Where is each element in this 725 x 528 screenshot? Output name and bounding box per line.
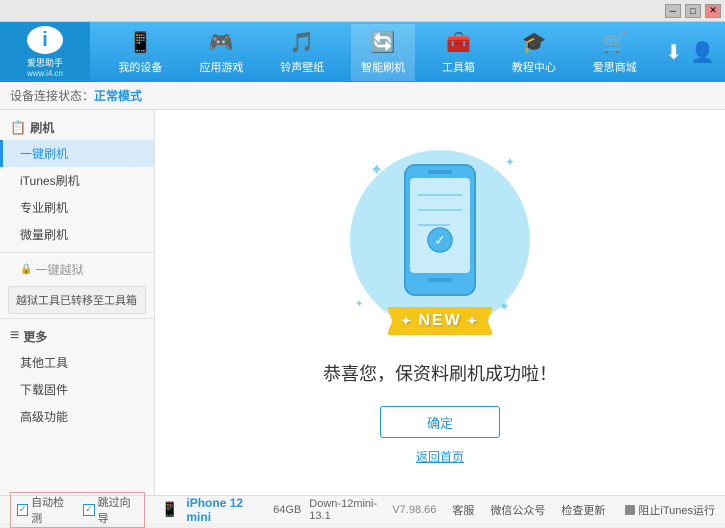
status-mode: 正常模式: [94, 87, 142, 104]
app-logo[interactable]: i 爱思助手 www.i4.cn: [0, 22, 90, 82]
phone-svg: ✓: [400, 160, 480, 303]
lock-icon: 🔒: [20, 264, 32, 275]
auto-connect-checkbox[interactable]: ✓ 自动检测: [17, 494, 71, 526]
flash-section-icon: 📋: [10, 120, 26, 136]
content-area: ✦ ✦ ✦ ✦: [155, 110, 725, 495]
close-button[interactable]: ✕: [705, 4, 721, 18]
skip-wizard-check-icon: ✓: [83, 504, 94, 516]
sidebar-divider-2: [0, 318, 154, 319]
device-version: Down-12mini-13.1: [309, 498, 392, 522]
nav-right-buttons: ⬇ 👤: [665, 40, 725, 65]
sidebar-item-firmware[interactable]: 下载固件: [0, 376, 154, 403]
nav-weisi[interactable]: 🛒 爱思商城: [583, 24, 647, 81]
confirm-button[interactable]: 确定: [380, 406, 500, 438]
bottom-right-area: V7.98.66 客服 微信公众号 检查更新: [392, 502, 605, 518]
title-bar: ─ □ ✕: [0, 0, 725, 22]
sidebar-divider-1: [0, 252, 154, 253]
toolbox-icon: 🧰: [446, 30, 471, 55]
device-name: iPhone 12 mini: [186, 496, 265, 524]
sidebar-item-one-click[interactable]: 一键刷机: [0, 140, 154, 167]
sidebar-item-itunes[interactable]: iTunes刷机: [0, 167, 154, 194]
auto-connect-check-icon: ✓: [17, 504, 28, 516]
service-link[interactable]: 客服: [452, 502, 474, 518]
tutorial-icon: 🎓: [521, 30, 546, 55]
logo-text: 爱思助手 www.i4.cn: [27, 56, 63, 78]
sidebar-info-box: 越狱工具已转移至工具箱: [8, 286, 146, 314]
stop-itunes-icon: [625, 505, 635, 515]
sparkle-bl: ✦: [355, 299, 363, 310]
skip-wizard-checkbox[interactable]: ✓ 跳过向导: [83, 494, 137, 526]
stop-itunes-area: 阻止iTunes运行: [625, 502, 715, 518]
back-link[interactable]: 返回首页: [416, 448, 464, 465]
version-text: V7.98.66: [392, 504, 436, 516]
checkbox-area: ✓ 自动检测 ✓ 跳过向导: [10, 492, 145, 528]
smart-flash-icon: 🔄: [371, 30, 396, 55]
weisi-icon: 🛒: [602, 30, 627, 55]
nav-tutorial[interactable]: 🎓 教程中心: [502, 24, 566, 81]
main-layout: 📋 刷机 一键刷机 iTunes刷机 专业刷机 微量刷机 🔒 一键越狱 越狱工具…: [0, 110, 725, 495]
minimize-button[interactable]: ─: [665, 4, 681, 18]
nav-my-device[interactable]: 📱 我的设备: [108, 24, 172, 81]
nav-app-game[interactable]: 🎮 应用游戏: [189, 24, 253, 81]
new-ribbon: NEW: [387, 307, 493, 335]
sidebar: 📋 刷机 一键刷机 iTunes刷机 专业刷机 微量刷机 🔒 一键越狱 越狱工具…: [0, 110, 155, 495]
sidebar-section-more: ≡ 更多: [0, 323, 154, 349]
logo-icon: i: [27, 26, 63, 54]
sidebar-item-pro[interactable]: 专业刷机: [0, 194, 154, 221]
status-prefix: 设备连接状态：: [10, 87, 94, 104]
more-section-icon: ≡: [10, 327, 19, 345]
download-button[interactable]: ⬇: [665, 40, 682, 65]
app-game-icon: 🎮: [209, 30, 234, 55]
sidebar-item-other-tools[interactable]: 其他工具: [0, 349, 154, 376]
maximize-button[interactable]: □: [685, 4, 701, 18]
device-storage: 64GB: [273, 504, 301, 516]
window-controls: ─ □ ✕: [665, 4, 721, 18]
sparkle-tl: ✦: [370, 160, 383, 180]
status-bar: 设备连接状态： 正常模式: [0, 82, 725, 110]
update-link[interactable]: 检查更新: [561, 502, 605, 518]
svg-text:✓: ✓: [434, 232, 446, 248]
nav-ringtone[interactable]: 🎵 铃声壁纸: [270, 24, 334, 81]
sparkle-tr: ✦: [505, 155, 515, 169]
ringtone-icon: 🎵: [290, 30, 315, 55]
stop-itunes-button[interactable]: 阻止iTunes运行: [625, 502, 715, 518]
sidebar-item-micro[interactable]: 微量刷机: [0, 221, 154, 248]
bottom-bar: ✓ 自动检测 ✓ 跳过向导 📱 iPhone 12 mini 64GB Down…: [0, 495, 725, 523]
nav-bar: i 爱思助手 www.i4.cn 📱 我的设备 🎮 应用游戏 🎵 铃声壁纸 🔄 …: [0, 22, 725, 82]
success-text: 恭喜您，保资料刷机成功啦！: [323, 360, 557, 386]
nav-toolbox[interactable]: 🧰 工具箱: [432, 24, 485, 81]
my-device-icon: 📱: [128, 30, 153, 55]
sparkle-br: ✦: [498, 298, 510, 315]
nav-smart-flash[interactable]: 🔄 智能刷机: [351, 24, 415, 81]
device-info-area: ✓ 自动检测 ✓ 跳过向导 📱 iPhone 12 mini 64GB Down…: [10, 492, 392, 528]
sidebar-section-flash: 📋 刷机: [0, 115, 154, 140]
phone-illustration: ✦ ✦ ✦ ✦: [340, 140, 540, 340]
sidebar-section-jailbreak: 🔒 一键越狱: [0, 257, 154, 282]
device-icon: 📱: [161, 501, 178, 518]
nav-items: 📱 我的设备 🎮 应用游戏 🎵 铃声壁纸 🔄 智能刷机 🧰 工具箱 🎓 教程中心…: [90, 24, 665, 81]
user-button[interactable]: 👤: [690, 40, 715, 65]
wechat-link[interactable]: 微信公众号: [490, 502, 545, 518]
sidebar-item-advanced[interactable]: 高级功能: [0, 403, 154, 430]
